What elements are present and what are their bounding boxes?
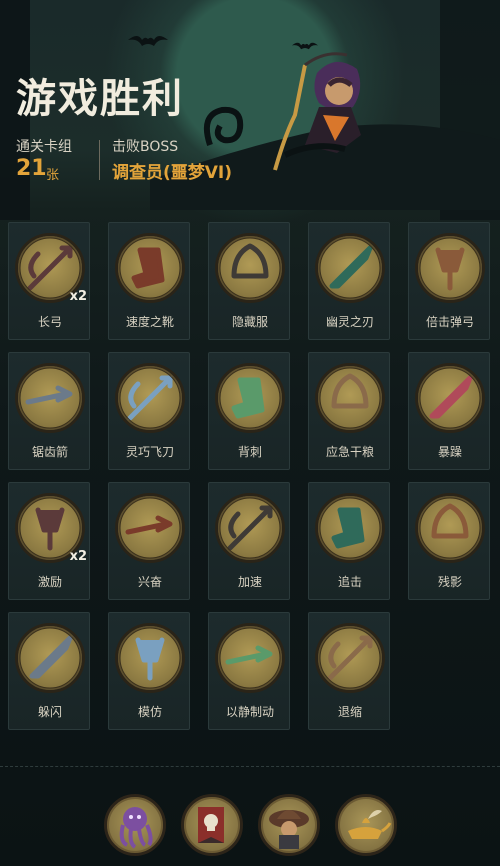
deck-unit: 张 — [46, 168, 60, 183]
skull-banner-relic-icon — [198, 807, 224, 843]
deck-count: 21 — [16, 156, 47, 181]
card-art — [115, 363, 185, 433]
pursuit-icon — [319, 497, 381, 559]
card-name: 以静制动 — [225, 705, 274, 719]
card-name: 速度之靴 — [125, 315, 174, 329]
card-name: 加速 — [237, 575, 262, 589]
deck-card[interactable]: 幽灵之刃 — [308, 222, 390, 340]
card-name: 隐藏服 — [231, 315, 268, 329]
card-name: 躲闪 — [37, 705, 62, 719]
octopus-relic-icon — [119, 807, 153, 849]
card-name: 应急干粮 — [325, 445, 374, 459]
card-art — [215, 233, 285, 303]
card-art — [115, 493, 185, 563]
card-name: 激励 — [37, 575, 62, 589]
deck-label: 通关卡组 — [16, 139, 72, 155]
deck-card[interactable]: 追击 — [308, 482, 390, 600]
card-art — [115, 233, 185, 303]
relic-octopus[interactable] — [104, 794, 166, 856]
card-name: 暴躁 — [437, 445, 462, 459]
backstab-icon — [219, 367, 281, 429]
rage-icon — [419, 367, 481, 429]
slingshot-icon — [419, 237, 481, 299]
page-title: 游戏胜利 — [16, 76, 184, 122]
deck-card[interactable]: 锯齿箭 — [8, 352, 90, 470]
throwing-knives-icon — [119, 367, 181, 429]
deck-card[interactable]: 模仿 — [108, 612, 190, 730]
serrated-arrow-icon — [19, 367, 81, 429]
deck-card[interactable]: 躲闪 — [8, 612, 90, 730]
haste-icon — [219, 497, 281, 559]
retreat-icon — [319, 627, 381, 689]
deck-card[interactable]: 倍击弹弓 — [408, 222, 490, 340]
card-name: 追击 — [337, 575, 362, 589]
deck-card[interactable]: 以静制动 — [208, 612, 290, 730]
dodge-icon — [19, 627, 81, 689]
deck-card[interactable]: 兴奋 — [108, 482, 190, 600]
hat-figure-relic-icon — [269, 810, 309, 849]
hooded-cloak-icon — [219, 237, 281, 299]
card-art — [415, 363, 485, 433]
card-name: 锯齿箭 — [31, 445, 68, 459]
deck-card[interactable]: 加速 — [208, 482, 290, 600]
card-multiplier: x2 — [69, 549, 87, 564]
card-multiplier: x2 — [69, 289, 87, 304]
card-art — [15, 363, 85, 433]
card-art — [315, 363, 385, 433]
magic-lamp-relic-icon — [348, 810, 392, 839]
deck-card[interactable]: 灵巧飞刀 — [108, 352, 190, 470]
rations-icon — [319, 367, 381, 429]
card-name: 模仿 — [137, 705, 162, 719]
ghost-blade-icon — [319, 237, 381, 299]
relic-skull-banner[interactable] — [181, 794, 243, 856]
boss-label: 击败BOSS — [112, 139, 179, 155]
card-art — [415, 233, 485, 303]
card-art — [215, 493, 285, 563]
card-name: 兴奋 — [137, 575, 162, 589]
card-art — [315, 233, 385, 303]
deck-card[interactable]: 暴躁 — [408, 352, 490, 470]
card-art — [415, 493, 485, 563]
relic-magic-lamp[interactable] — [335, 794, 397, 856]
deck-card[interactable]: 激励 x2 — [8, 482, 90, 600]
deck-card[interactable]: 残影 — [408, 482, 490, 600]
card-name: 幽灵之刃 — [325, 315, 374, 329]
card-art — [215, 623, 285, 693]
stat-divider — [99, 140, 100, 180]
section-divider — [0, 766, 500, 767]
card-art — [15, 623, 85, 693]
deck-card[interactable]: 退缩 — [308, 612, 390, 730]
deck-card[interactable]: 背刺 — [208, 352, 290, 470]
card-name: 倍击弹弓 — [425, 315, 474, 329]
card-art — [315, 623, 385, 693]
afterimage-icon — [419, 497, 481, 559]
relic-hat-figure[interactable] — [258, 794, 320, 856]
bat-icon — [128, 36, 168, 46]
card-art — [215, 363, 285, 433]
card-art — [115, 623, 185, 693]
deck-card[interactable]: 隐藏服 — [208, 222, 290, 340]
card-name: 残影 — [437, 575, 462, 589]
deck-card[interactable]: 长弓 x2 — [8, 222, 90, 340]
boots-icon — [119, 237, 181, 299]
deck-card[interactable]: 速度之靴 — [108, 222, 190, 340]
card-name: 灵巧飞刀 — [125, 445, 174, 459]
mimic-icon — [119, 627, 181, 689]
card-name: 长弓 — [37, 315, 62, 329]
card-name: 背刺 — [237, 445, 262, 459]
card-art — [315, 493, 385, 563]
excite-icon — [119, 497, 181, 559]
card-name: 退缩 — [337, 705, 362, 719]
deck-card[interactable]: 应急干粮 — [308, 352, 390, 470]
stillness-icon — [219, 627, 281, 689]
victory-header: 游戏胜利 通关卡组 21 张 击败BOSS 调查员(噩梦VI) — [0, 0, 500, 210]
boss-name: 调查员(噩梦VI) — [112, 163, 233, 183]
hero-character-icon — [273, 52, 361, 171]
